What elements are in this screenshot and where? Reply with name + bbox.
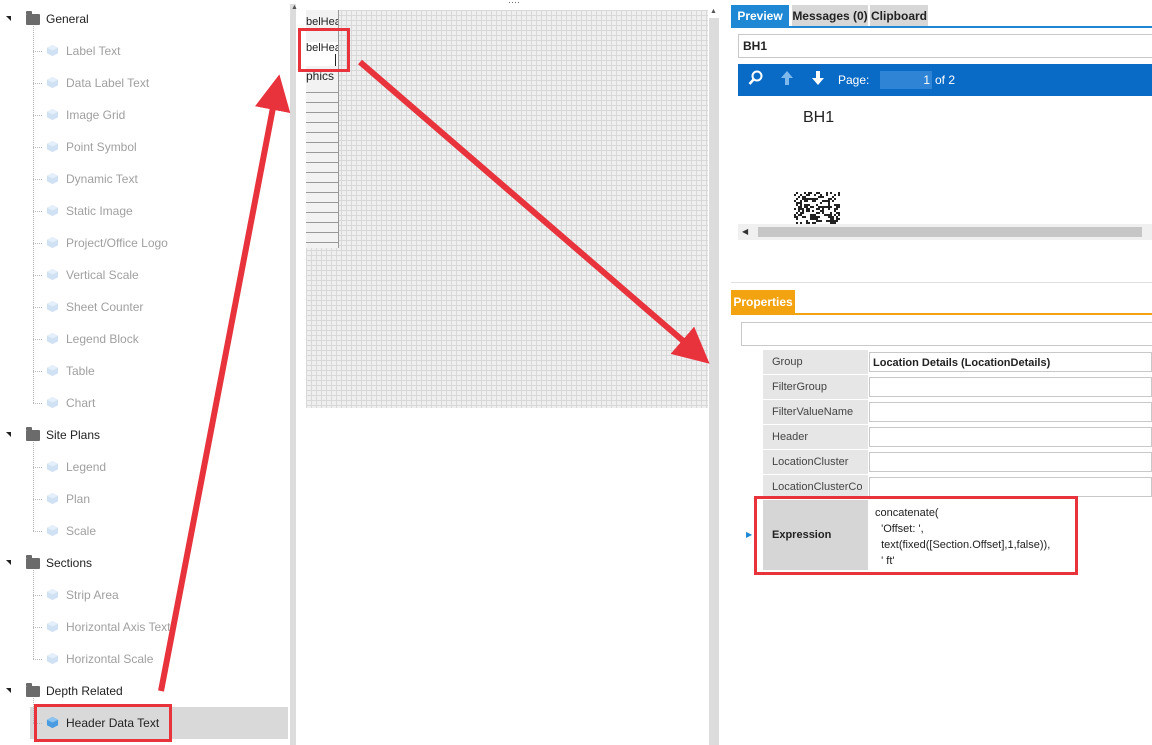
arrow-up [158,74,291,692]
arrow-down [358,59,710,364]
annotation-arrows [158,59,710,692]
